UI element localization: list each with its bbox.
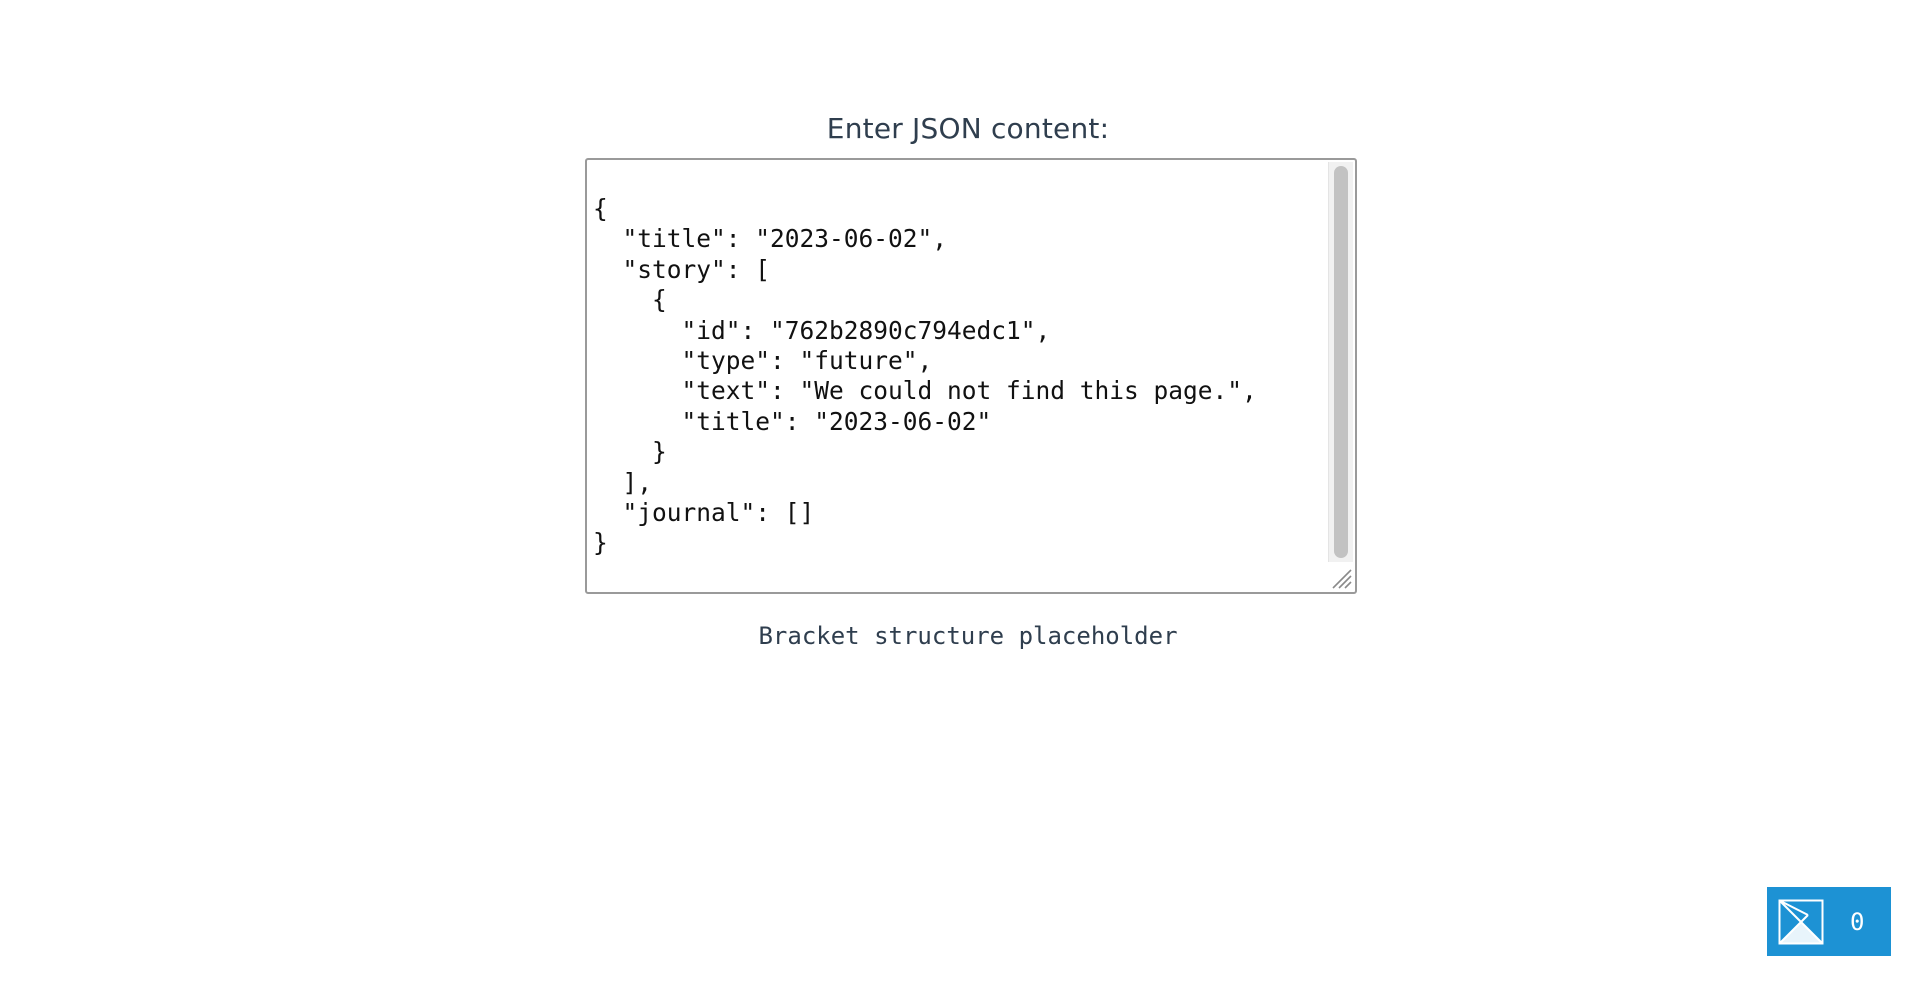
scrollbar-thumb[interactable] bbox=[1334, 166, 1348, 558]
counter-value: 0 bbox=[1850, 907, 1865, 936]
json-input-label: Enter JSON content: bbox=[826, 112, 1110, 145]
json-textarea-content[interactable]: { "title": "2023-06-02", "story": [ { "i… bbox=[593, 194, 1323, 559]
bracket-structure-text: Bracket structure placeholder bbox=[758, 622, 1178, 650]
resize-handle-icon[interactable] bbox=[1327, 564, 1353, 590]
envelope-logo-icon bbox=[1778, 899, 1824, 945]
counter-badge[interactable]: 0 bbox=[1767, 887, 1891, 956]
vertical-scrollbar[interactable] bbox=[1328, 162, 1353, 562]
json-textarea[interactable]: { "title": "2023-06-02", "story": [ { "i… bbox=[585, 158, 1357, 594]
